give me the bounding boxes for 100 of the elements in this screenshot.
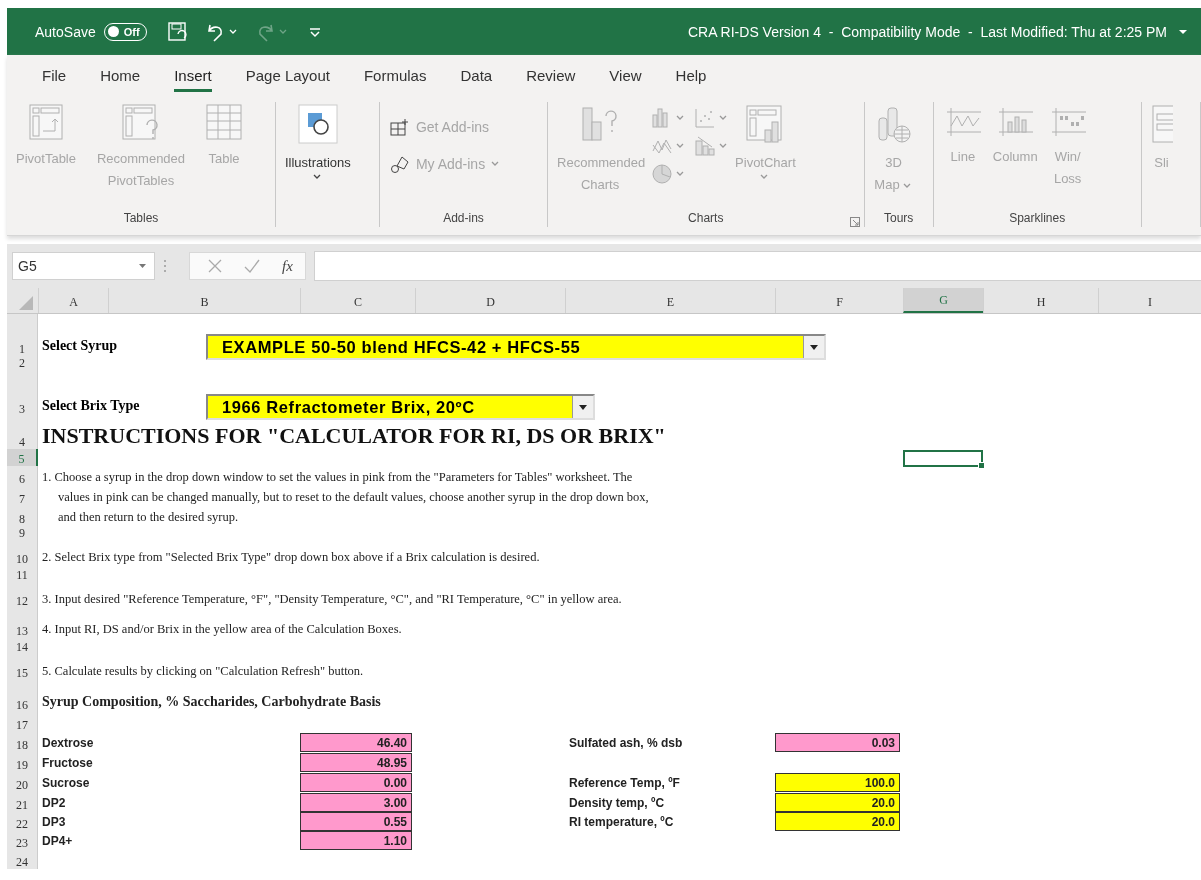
caret-icon [719,143,728,149]
parameter-label: DP4+ [41,834,74,850]
row-header[interactable]: 10 [7,540,38,566]
parameter-label: RI temperature, ºC [568,815,675,831]
row-header[interactable]: 8 [7,506,38,526]
group-label: Tables [123,211,159,227]
save-button[interactable] [166,20,187,43]
instruction-text: and then return to the desired syrup. [57,510,240,526]
column-header[interactable]: A [38,288,108,313]
value-cell[interactable]: 20.0 [775,812,900,831]
ribbon-tab[interactable]: File [25,62,84,90]
column-header[interactable]: I [1098,288,1201,313]
formula-input[interactable] [313,251,1201,281]
dropdown[interactable]: EXAMPLE 50-50 blend HFCS-42 + HFCS-55 [206,334,826,360]
slicer-icon [1150,104,1173,144]
illustrations-icon [297,104,338,144]
scatter-chart-icon [694,107,717,129]
group-label: Add-ins [443,211,484,227]
ribbon-tab[interactable]: Review [509,62,593,90]
window-title: CRA RI-DS Version 4 - Compatibility Mode - Last Modified: Thu at 2:25 PM [687,23,1167,40]
row-header[interactable]: 24 [7,850,38,869]
row-header[interactable]: 4 [7,416,38,449]
cancel-icon[interactable] [208,259,222,273]
active-cell[interactable] [903,450,983,467]
dropdown[interactable]: 1966 Refractometer Brix, 20ºC [206,394,595,420]
ribbon-tab[interactable]: Home [83,62,158,90]
row-header[interactable]: 6 [7,466,38,486]
value-cell[interactable]: 0.03 [775,733,900,752]
row-header[interactable]: 3 [7,370,38,416]
row-header[interactable]: 7 [7,486,38,506]
row-header[interactable]: 17 [7,712,38,732]
row-header[interactable]: 14 [7,638,38,654]
puzzle-icon [389,154,410,174]
instruction-text: 2. Select Brix type from "Selected Brix Type" drop down box above if a Brix calculation is desired. [41,550,541,566]
pie-chart-icon [651,163,674,185]
row-header[interactable]: 21 [7,792,38,812]
value-cell[interactable]: 3.00 [300,793,412,812]
column-header[interactable]: H [983,288,1098,313]
row-header[interactable]: 16 [7,680,38,712]
ribbon-tab[interactable]: Insert [157,62,229,90]
row-header[interactable]: 5 [7,449,38,466]
row-header[interactable]: 22 [7,812,38,831]
ribbon-tab[interactable]: Page Layout [228,62,347,90]
row-header[interactable]: 23 [7,831,38,850]
parameter-label: DP2 [41,796,67,812]
illustrations-button[interactable]: Illustrations [282,102,354,182]
row-header[interactable]: 13 [7,608,38,638]
group-label: Tours [884,211,914,227]
dialog-launcher-icon[interactable] [849,217,860,227]
instruction-text: 1. Choose a syrup in the drop down window to set the values in pink from the "Parameters for Tables" worksheet. The [41,470,634,486]
row-header[interactable]: 11 [7,566,38,582]
caret-icon[interactable] [1179,28,1187,35]
check-icon[interactable] [244,259,260,273]
save-icon [166,20,187,43]
value-cell[interactable]: 1.10 [300,831,412,850]
add-ins-store-icon [389,118,410,136]
row-header[interactable]: 15 [7,654,38,680]
parameter-label: Fructose [41,756,94,772]
row-header[interactable]: 1 [7,314,38,356]
pivot-table-icon [29,104,63,140]
name-box[interactable]: G5 [12,252,155,280]
field-label: Select Brix Type [42,398,141,415]
instruction-text: 4. Input RI, DS and/or Brix in the yellow area of the Calculation Boxes. [41,622,403,638]
parameter-label: Sulfated ash, % dsb [568,736,684,752]
ribbon-tab[interactable]: View [592,62,659,90]
ribbon-tab[interactable]: Formulas [346,62,444,90]
table-icon [206,104,242,140]
value-cell[interactable]: 0.55 [300,812,412,831]
column-header[interactable]: G [903,288,983,313]
column-header[interactable]: E [565,288,775,313]
ribbon-tab[interactable]: Help [658,62,724,90]
caret-icon [579,404,587,410]
group-label: Charts [688,211,724,227]
recommended-pivot-table-icon [122,104,160,140]
sheet-heading: INSTRUCTIONS FOR "CALCULATOR FOR RI, DS OR BRIX" [41,423,667,449]
row-header[interactable]: 9 [7,526,38,540]
column-header[interactable]: C [300,288,415,313]
insert-function-button[interactable]: fx [282,257,293,275]
value-cell[interactable]: 46.40 [300,733,412,752]
column-header[interactable]: B [108,288,300,313]
ribbon-tab[interactable]: Data [443,62,510,90]
caret-icon [139,264,146,268]
value-cell[interactable]: 48.95 [300,753,412,772]
caret-icon [676,171,685,177]
row-header[interactable]: 19 [7,752,38,772]
section-heading: Syrup Composition, % Saccharides, Carbohydrate Basis [41,694,382,711]
instruction-text: values in pink can be changed manually, but to reset to the default values, choose another syrup in the drop down box, [57,490,650,506]
instruction-text: 3. Input desired "Reference Temperature, °F", "Density Temperature, °C", and "RI Temperature, °C" in yellow area. [41,592,623,608]
value-cell[interactable]: 100.0 [775,773,900,792]
row-header[interactable]: 18 [7,732,38,752]
caret-icon [676,143,685,149]
column-header[interactable]: D [415,288,565,313]
caret-icon [676,115,685,121]
caret-icon [719,115,728,121]
parameter-label: DP3 [41,815,67,831]
row-header[interactable]: 2 [7,356,38,370]
row-header[interactable]: 20 [7,772,38,792]
value-cell[interactable]: 20.0 [775,793,900,812]
row-header[interactable]: 12 [7,582,38,608]
value-cell[interactable]: 0.00 [300,773,412,792]
